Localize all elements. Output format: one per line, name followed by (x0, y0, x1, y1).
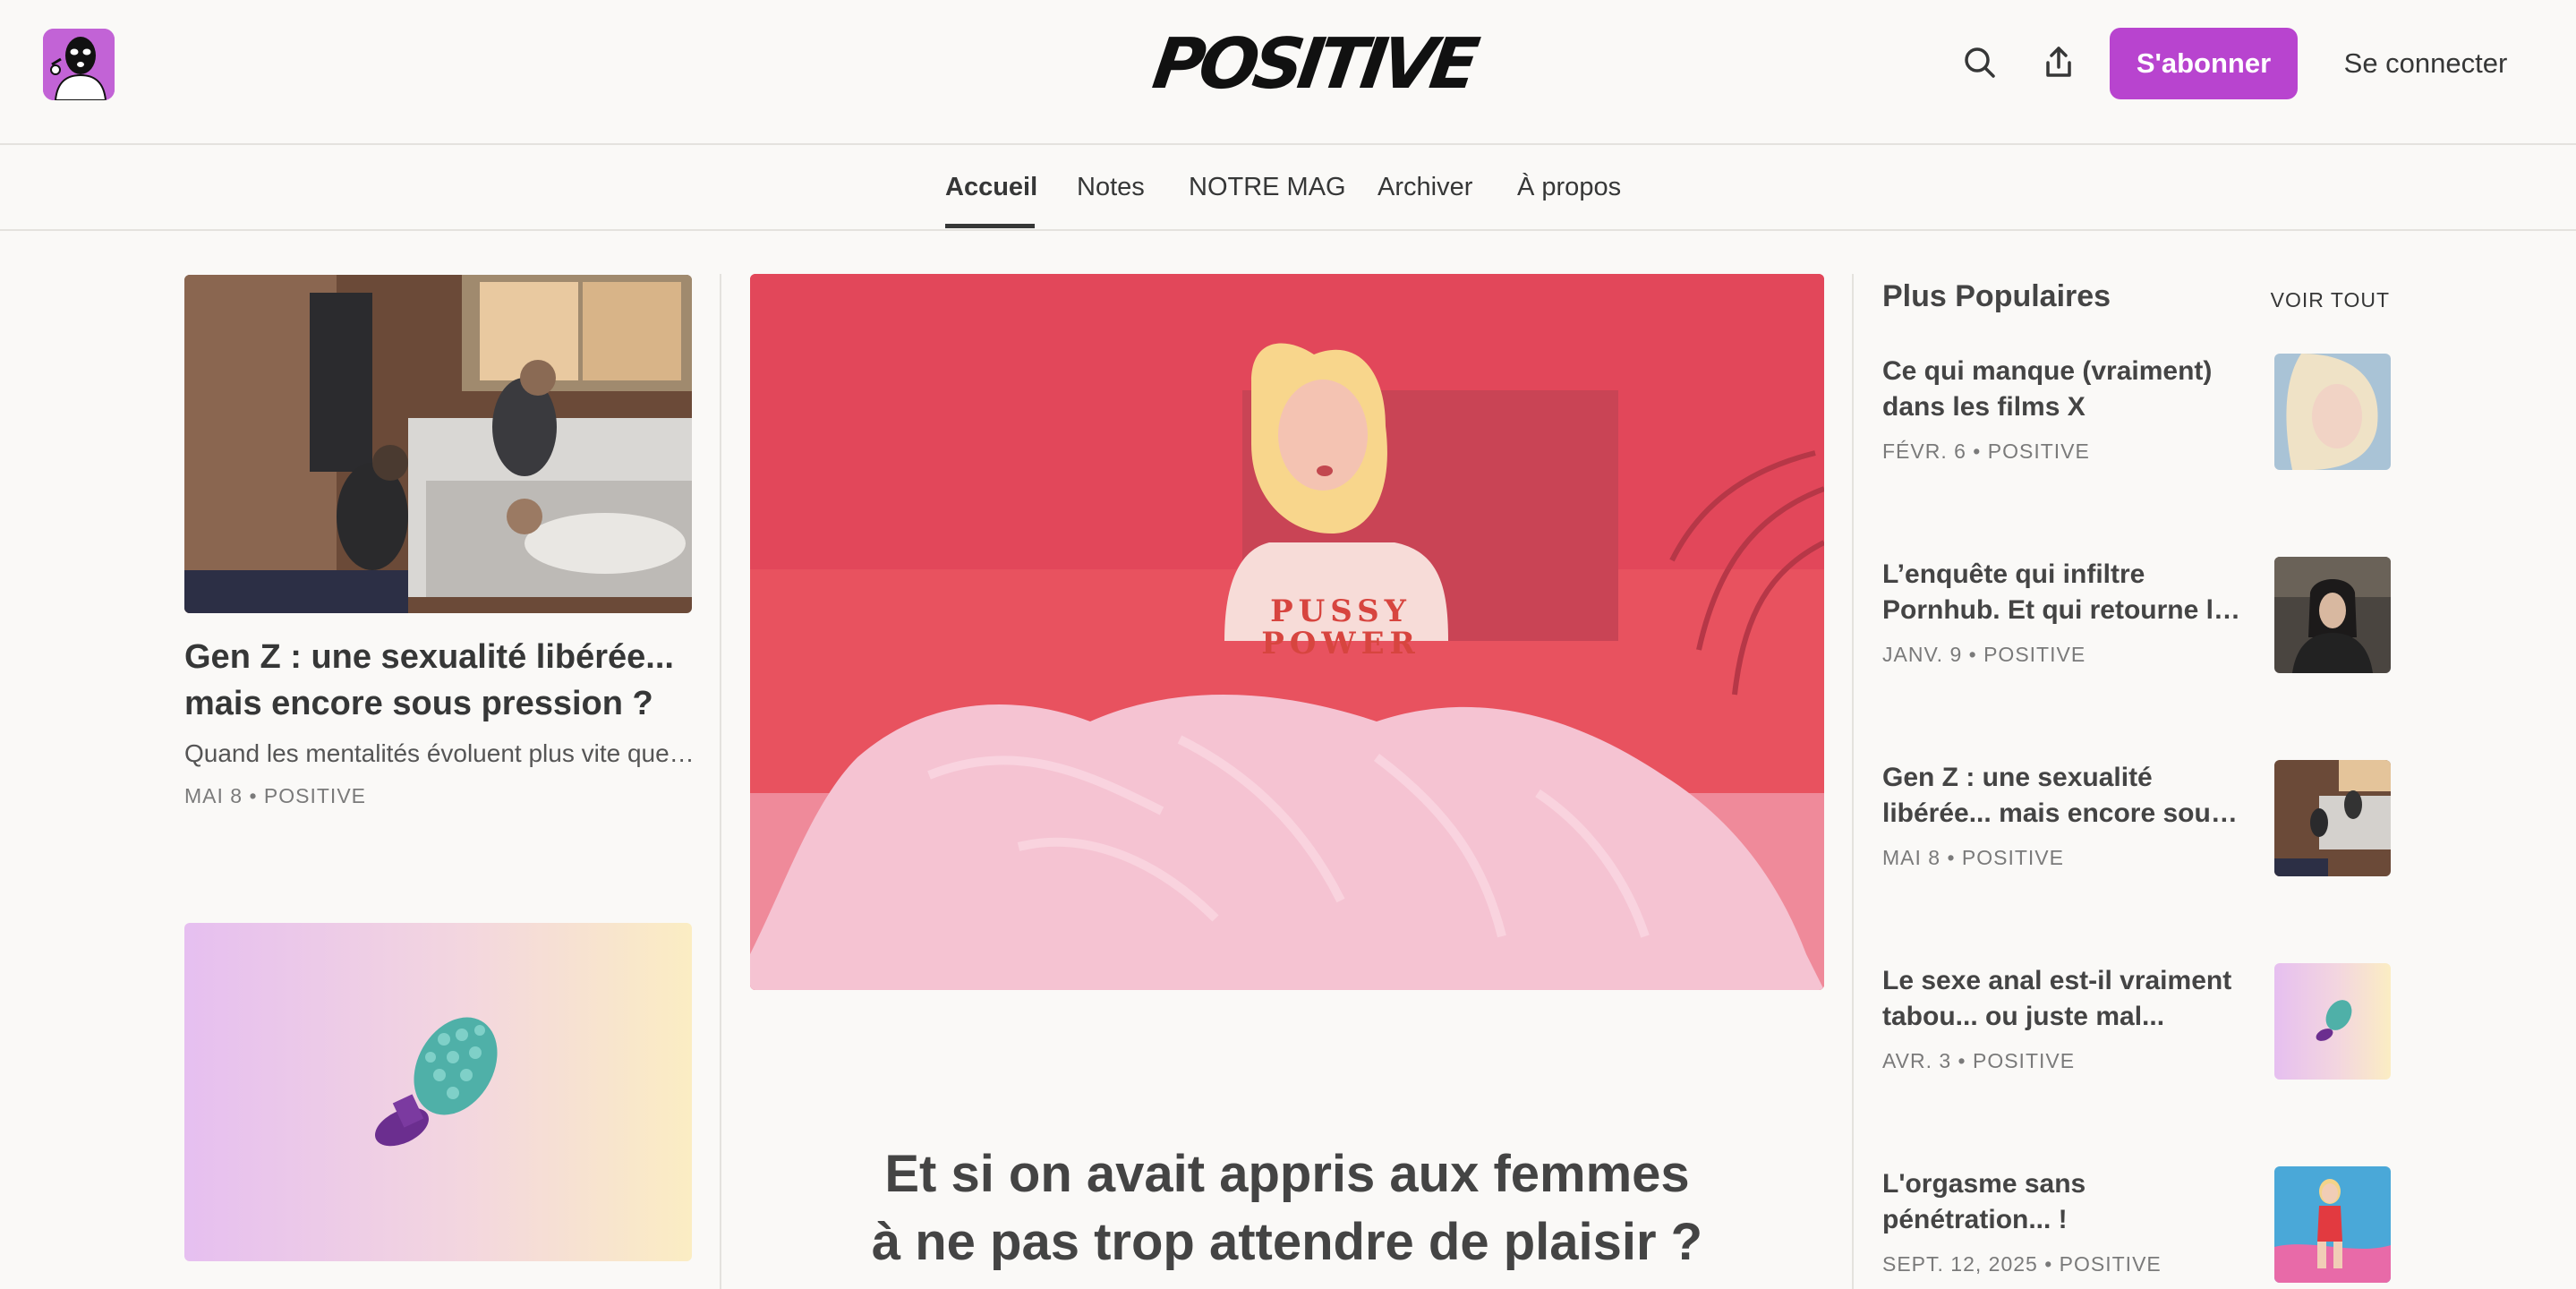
bedroom-thumbnail (2274, 760, 2391, 876)
popular-item-title[interactable]: Le sexe anal est-il vraiment tabou... ou… (1882, 963, 2249, 1035)
toy-illustration (375, 1017, 498, 1147)
shirt-print-line1: PUSSY (1270, 593, 1412, 629)
featured-photo: PUSSY POWER (750, 274, 1824, 990)
popular-title-line[interactable]: Ce qui manque (vraiment) (1882, 354, 2249, 389)
popular-item-thumbnail[interactable] (2274, 760, 2391, 876)
featured-title-line[interactable]: à ne pas trop attendre de plaisir ? (750, 1208, 1824, 1276)
popular-item[interactable]: L'orgasme sans pénétration... ! SEPT. 12… (1882, 1166, 2391, 1285)
search-icon (1965, 47, 1995, 78)
shirt-print-line2: POWER (1261, 626, 1420, 662)
portrait-thumbnail (2274, 557, 2391, 673)
active-tab-indicator (945, 224, 1035, 228)
post-title-line[interactable]: mais encore sous pression ? (184, 680, 695, 727)
popular-item-thumbnail[interactable] (2274, 557, 2391, 673)
post-date: MAI 8 (184, 784, 243, 807)
popular-title-line[interactable]: Le sexe anal est-il vraiment (1882, 963, 2249, 999)
featured-post-image[interactable]: PUSSY POWER (750, 274, 1824, 990)
popular-item-title[interactable]: Gen Z : une sexualité libérée... mais en… (1882, 760, 2249, 832)
popular-heading: Plus Populaires (1882, 279, 2111, 313)
popular-item[interactable]: Ce qui manque (vraiment) dans les films … (1882, 354, 2391, 472)
popular-item-meta: FÉVR. 6 • POSITIVE (1882, 440, 2090, 463)
toy-thumbnail (2316, 1000, 2352, 1041)
popular-title-line[interactable]: libérée... mais encore sous pression (1882, 796, 2249, 832)
popular-item-title[interactable]: Ce qui manque (vraiment) dans les films … (1882, 354, 2249, 425)
popular-title-line[interactable]: pénétration... ! (1882, 1202, 2249, 1238)
tab-notre-mag[interactable]: NOTRE MAG (1189, 145, 1346, 229)
popular-title-line[interactable]: L'orgasme sans (1882, 1166, 2249, 1202)
popular-title-line[interactable]: tabou... ou juste mal... (1882, 999, 2249, 1035)
post-image[interactable] (184, 923, 692, 1261)
publication-name[interactable]: POSITIVE (1147, 20, 1479, 109)
meta-separator: • (249, 784, 264, 807)
subscribe-button[interactable]: S'abonner (2110, 28, 2298, 99)
column-divider (720, 274, 721, 1289)
share-button[interactable] (2034, 38, 2084, 88)
pool-thumbnail (2274, 1166, 2391, 1283)
popular-item-thumbnail[interactable] (2274, 354, 2391, 470)
popular-item-meta: JANV. 9 • POSITIVE (1882, 643, 2086, 666)
popular-item-title[interactable]: L'orgasme sans pénétration... ! (1882, 1166, 2249, 1238)
popular-item-meta: SEPT. 12, 2025 • POSITIVE (1882, 1252, 2162, 1276)
popular-item-meta: MAI 8 • POSITIVE (1882, 846, 2064, 869)
popular-item-thumbnail[interactable] (2274, 1166, 2391, 1283)
bedroom-photo (184, 275, 692, 613)
search-button[interactable] (1955, 38, 2005, 88)
popular-title-line[interactable]: Gen Z : une sexualité (1882, 760, 2249, 796)
popular-title-line[interactable]: L’enquête qui infiltre (1882, 557, 2249, 593)
post-title-line[interactable]: Gen Z : une sexualité libérée... (184, 634, 695, 680)
post-title[interactable]: Gen Z : une sexualité libérée... mais en… (184, 634, 695, 727)
popular-item-title[interactable]: L’enquête qui infiltre Pornhub. Et qui r… (1882, 557, 2249, 628)
post-image[interactable] (184, 275, 692, 613)
popular-item-thumbnail[interactable] (2274, 963, 2391, 1080)
popular-item[interactable]: Gen Z : une sexualité libérée... mais en… (1882, 760, 2391, 878)
site-header: POSITIVE S'abonner Se connecter (0, 0, 2576, 145)
featured-title-line[interactable]: Et si on avait appris aux femmes (750, 1140, 1824, 1208)
tab-archiver[interactable]: Archiver (1378, 145, 1472, 229)
post-meta: MAI 8 • POSITIVE (184, 784, 366, 808)
section-nav: Accueil Notes NOTRE MAG Archiver À propo… (0, 145, 2576, 231)
share-icon (2046, 47, 2071, 77)
tab-accueil[interactable]: Accueil (945, 145, 1037, 229)
popular-title-line[interactable]: Pornhub. Et qui retourne les tripes (1882, 593, 2249, 628)
tab-a-propos[interactable]: À propos (1517, 145, 1621, 229)
popular-item[interactable]: L’enquête qui infiltre Pornhub. Et qui r… (1882, 557, 2391, 675)
post-subtitle: Quand les mentalités évoluent plus vite … (184, 739, 695, 767)
sign-in-link[interactable]: Se connecter (2327, 34, 2524, 93)
post-author[interactable]: POSITIVE (264, 784, 366, 807)
popular-item-meta: AVR. 3 • POSITIVE (1882, 1049, 2076, 1072)
popular-item[interactable]: Le sexe anal est-il vraiment tabou... ou… (1882, 963, 2391, 1081)
masked-figure-icon (43, 29, 115, 100)
tab-notes[interactable]: Notes (1077, 145, 1145, 229)
popular-title-line[interactable]: dans les films X (1882, 389, 2249, 425)
see-all-link[interactable]: VOIR TOUT (2265, 288, 2390, 312)
featured-post-title[interactable]: Et si on avait appris aux femmes à ne pa… (750, 1140, 1824, 1276)
portrait-thumbnail (2274, 354, 2391, 470)
column-divider (1852, 274, 1854, 1289)
publication-logo[interactable] (43, 29, 115, 100)
